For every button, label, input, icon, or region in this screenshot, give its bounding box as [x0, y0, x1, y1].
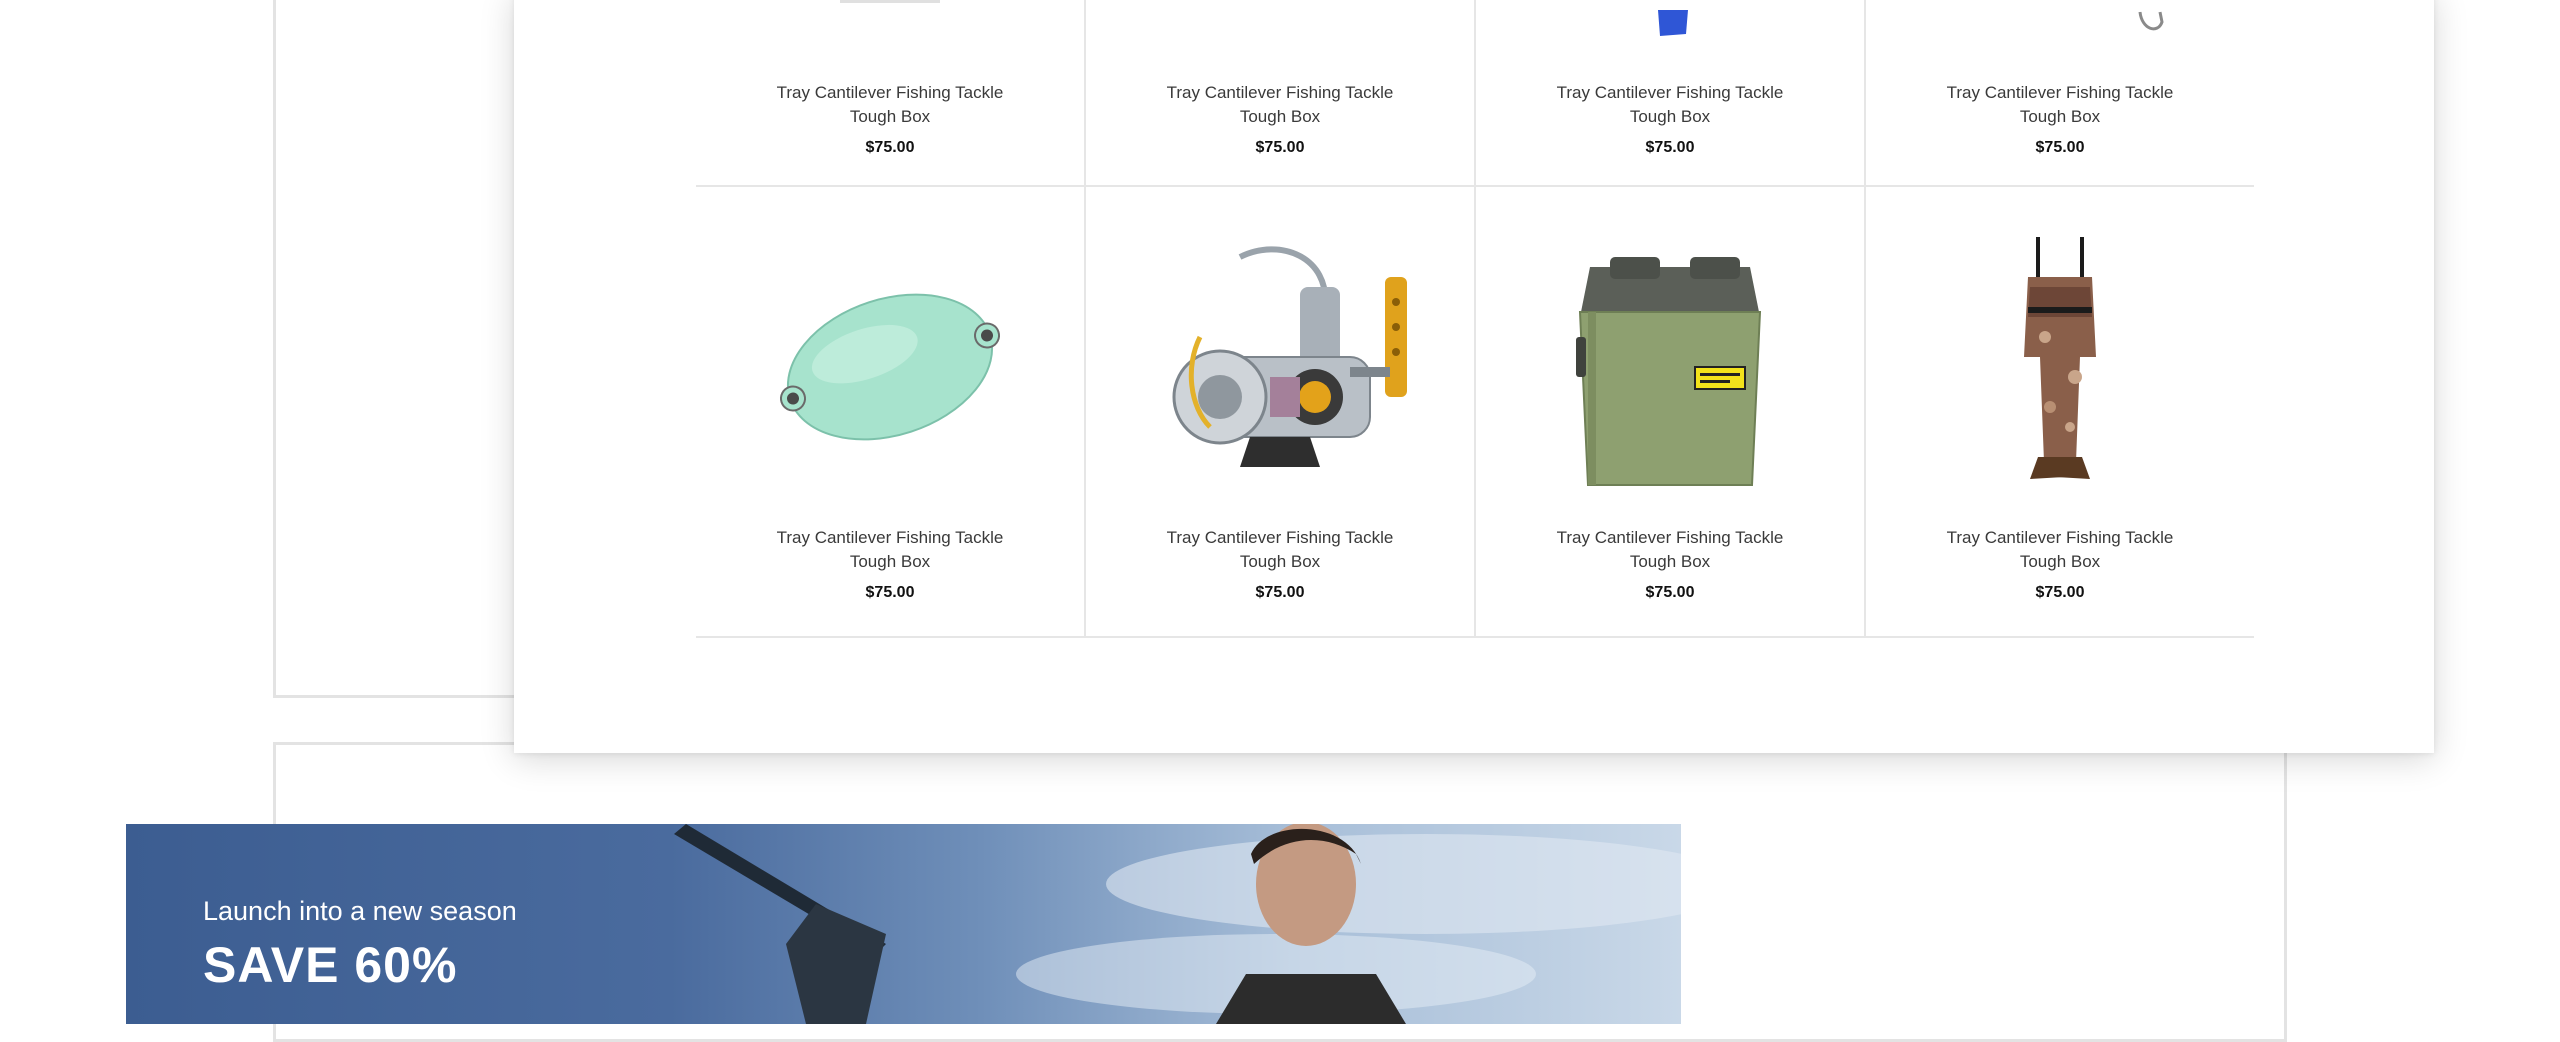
product-price: $75.00 [1255, 139, 1305, 156]
product-image[interactable] [1910, 0, 2210, 40]
product-title[interactable]: Tray Cantilever Fishing Tackle Tough Box [1150, 81, 1410, 129]
banner-subtitle: Launch into a new season [203, 896, 517, 926]
product-row: Tray Cantilever Fishing Tackle Tough Box… [696, 187, 2254, 638]
product-title[interactable]: Tray Cantilever Fishing Tackle Tough Box [760, 81, 1020, 129]
product-grid: Tray Cantilever Fishing Tackle Tough Box… [696, 0, 2254, 638]
product-title[interactable]: Tray Cantilever Fishing Tackle Tough Box [1540, 526, 1800, 574]
product-price: $75.00 [865, 139, 915, 156]
product-image[interactable] [1520, 217, 1820, 497]
product-card[interactable]: Tray Cantilever Fishing Tackle Tough Box… [696, 0, 1086, 185]
product-title[interactable]: Tray Cantilever Fishing Tackle Tough Box [1930, 526, 2190, 574]
product-image[interactable] [740, 217, 1040, 497]
product-price: $75.00 [2035, 584, 2085, 601]
product-title[interactable]: Tray Cantilever Fishing Tackle Tough Box [1540, 81, 1800, 129]
product-card[interactable]: Tray Cantilever Fishing Tackle Tough Box… [1866, 187, 2254, 636]
product-card[interactable]: Tray Cantilever Fishing Tackle Tough Box… [1086, 187, 1476, 636]
product-popup: Tray Cantilever Fishing Tackle Tough Box… [514, 0, 2434, 753]
product-title[interactable]: Tray Cantilever Fishing Tackle Tough Box [760, 526, 1020, 574]
product-card[interactable]: Tray Cantilever Fishing Tackle Tough Box… [1476, 0, 1866, 185]
product-card[interactable]: Tray Cantilever Fishing Tackle Tough Box… [1866, 0, 2254, 185]
product-price: $75.00 [1645, 139, 1695, 156]
banner-title: SAVE 60% [203, 937, 458, 993]
product-row: Tray Cantilever Fishing Tackle Tough Box… [696, 0, 2254, 187]
product-card[interactable]: Tray Cantilever Fishing Tackle Tough Box… [1476, 187, 1866, 636]
product-image[interactable] [1130, 0, 1430, 40]
product-title[interactable]: Tray Cantilever Fishing Tackle Tough Box [1150, 526, 1410, 574]
product-image[interactable] [740, 0, 1040, 40]
product-card[interactable]: Tray Cantilever Fishing Tackle Tough Box… [696, 187, 1086, 636]
product-title[interactable]: Tray Cantilever Fishing Tackle Tough Box [1930, 81, 2190, 129]
product-price: $75.00 [865, 584, 915, 601]
product-image[interactable] [1520, 0, 1820, 40]
product-image[interactable] [1130, 217, 1430, 497]
product-price: $75.00 [1255, 584, 1305, 601]
product-price: $75.00 [2035, 139, 2085, 156]
promo-banner[interactable]: Launch into a new season SAVE 60% [126, 824, 1681, 1024]
product-image[interactable] [1910, 217, 2210, 497]
product-price: $75.00 [1645, 584, 1695, 601]
product-card[interactable]: Tray Cantilever Fishing Tackle Tough Box… [1086, 0, 1476, 185]
